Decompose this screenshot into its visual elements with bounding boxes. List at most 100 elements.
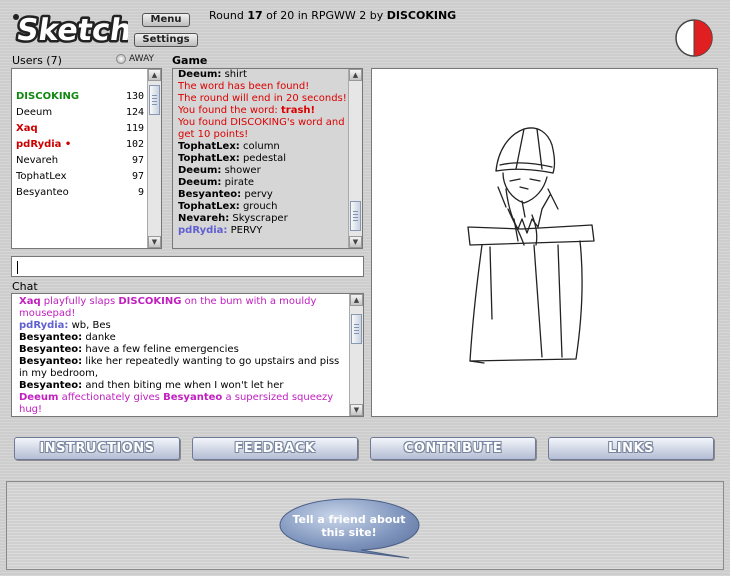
game-message: The word has been found! <box>178 81 348 93</box>
message-author: TophatLex: <box>178 153 240 164</box>
user-row[interactable]: Besyanteo 9 <box>16 185 144 201</box>
emote-author: Xaq <box>19 296 41 307</box>
scroll-thumb[interactable] <box>350 201 361 231</box>
svg-text:Sketch: Sketch <box>14 13 128 48</box>
chat-log: Xaq playfully slaps DISCOKING on the bum… <box>19 296 347 416</box>
users-panel: DISCOKING 130 Deeum 124 Xaq 119 pdRydia • 102 Ne… <box>11 68 162 249</box>
user-score: 9 <box>137 187 144 198</box>
game-log: Deeum: shirt The word has been found! The … <box>178 69 348 237</box>
text-caret <box>17 261 18 274</box>
scroll-down-arrow-icon[interactable]: ▼ <box>350 404 363 416</box>
message-author: pdRydia: <box>178 225 228 236</box>
message-text: shower <box>221 165 261 176</box>
scroll-up-arrow-icon[interactable]: ▲ <box>148 69 161 81</box>
scroll-up-arrow-icon[interactable]: ▲ <box>349 69 362 81</box>
round-timer-icon <box>675 19 713 57</box>
user-row[interactable]: Deeum 124 <box>16 105 144 121</box>
chat-message: Besyanteo: danke <box>19 332 347 344</box>
round-middle: of 20 in RPGWW 2 by <box>262 9 387 22</box>
found-word: trash! <box>280 105 316 116</box>
round-info: Round 17 of 20 in RPGWW 2 by DISCOKING <box>209 9 456 22</box>
message-text: pervy <box>241 189 273 200</box>
user-score: 119 <box>125 123 144 134</box>
user-row[interactable]: TophatLex 97 <box>16 169 144 185</box>
round-number: 17 <box>247 9 263 22</box>
emote-text: playfully slaps <box>40 296 119 307</box>
game-message: You found the word: trash! <box>178 105 348 117</box>
chat-scrollbar[interactable]: ▲ ▼ <box>349 294 363 416</box>
message-text: pirate <box>221 177 255 188</box>
system-message: You found DISCOKING's word and get 10 po… <box>178 117 345 140</box>
user-row[interactable]: Nevareh 97 <box>16 153 144 169</box>
emote-text: affectionately gives <box>58 392 164 403</box>
user-score: 97 <box>131 155 144 166</box>
user-score: 124 <box>125 107 144 118</box>
chat-input[interactable] <box>11 256 364 277</box>
chat-message: Deeum affectionately gives Besyanteo a s… <box>19 392 347 416</box>
scroll-down-arrow-icon[interactable]: ▼ <box>349 236 362 248</box>
chat-message: Xaq playfully slaps DISCOKING on the bum… <box>19 296 347 320</box>
system-message: The round will end in 20 seconds! <box>178 93 347 104</box>
scroll-thumb[interactable] <box>351 314 362 344</box>
message-author: Deeum: <box>178 69 222 80</box>
game-message: Deeum: shower <box>178 165 348 177</box>
game-message: Nevareh: Skyscraper <box>178 213 348 225</box>
menu-button[interactable]: Menu <box>142 13 190 27</box>
links-button[interactable]: LINKS <box>548 437 714 460</box>
user-name: Nevareh <box>16 155 59 166</box>
game-panel: Deeum: shirt The word has been found! The … <box>172 68 363 249</box>
users-label: Users (7) <box>12 54 62 67</box>
message-text: and then biting me when I won't let her <box>82 380 284 391</box>
settings-button[interactable]: Settings <box>134 33 198 47</box>
message-author: Nevareh: <box>178 213 230 224</box>
away-toggle[interactable]: AWAY <box>116 54 154 64</box>
away-radio[interactable] <box>116 54 126 64</box>
game-message: The round will end in 20 seconds! <box>178 93 348 105</box>
contribute-button[interactable]: CONTRIBUTE <box>370 437 536 460</box>
message-text: Skyscraper <box>229 213 288 224</box>
users-scrollbar[interactable]: ▲ ▼ <box>147 69 161 248</box>
scroll-down-arrow-icon[interactable]: ▼ <box>148 236 161 248</box>
emote-author: Deeum <box>19 392 59 403</box>
message-text: PERVY <box>227 225 263 236</box>
sketch-app: Sketch Menu Settings Round 17 of 20 in R… <box>0 0 730 576</box>
system-message: The word has been found! <box>178 81 310 92</box>
round-artist: DISCOKING <box>386 9 457 22</box>
message-text: shirt <box>221 69 247 80</box>
game-message: Deeum: pirate <box>178 177 348 189</box>
user-score: 97 <box>131 171 144 182</box>
message-text: column <box>239 141 280 152</box>
user-row[interactable]: Xaq 119 <box>16 121 144 137</box>
scroll-thumb[interactable] <box>149 85 160 115</box>
tell-friend-link[interactable]: Tell a friend about this site! <box>279 513 419 539</box>
game-scrollbar[interactable]: ▲ ▼ <box>348 69 362 248</box>
game-label: Game <box>172 54 208 67</box>
message-author: Besyanteo: <box>19 356 83 367</box>
message-text: have a few feline emergencies <box>82 344 239 355</box>
message-author: TophatLex: <box>178 201 240 212</box>
message-author: Besyanteo: <box>19 332 83 343</box>
emote-target: DISCOKING <box>118 296 182 307</box>
drawing-sketch <box>467 127 595 364</box>
message-author: Besyanteo: <box>19 344 83 355</box>
game-message: You found DISCOKING's word and get 10 po… <box>178 117 348 141</box>
chat-panel: Xaq playfully slaps DISCOKING on the bum… <box>11 293 364 417</box>
message-text: wb, Bes <box>68 320 111 331</box>
sketch-logo: Sketch <box>12 11 128 50</box>
message-author: Deeum: <box>178 165 222 176</box>
message-text: danke <box>82 332 116 343</box>
chat-message: pdRydia: wb, Bes <box>19 320 347 332</box>
chat-label: Chat <box>12 280 38 293</box>
round-prefix: Round <box>209 9 248 22</box>
user-row[interactable]: DISCOKING 130 <box>16 89 144 105</box>
user-row[interactable]: pdRydia • 102 <box>16 137 144 153</box>
message-author: TophatLex: <box>178 141 240 152</box>
away-label: AWAY <box>129 54 155 64</box>
instructions-button[interactable]: INSTRUCTIONS <box>14 437 180 460</box>
game-message: TophatLex: column <box>178 141 348 153</box>
message-author: pdRydia: <box>19 320 69 331</box>
feedback-button[interactable]: FEEDBACK <box>192 437 358 460</box>
drawing-canvas[interactable] <box>371 68 718 417</box>
scroll-up-arrow-icon[interactable]: ▲ <box>350 294 363 306</box>
user-name: Xaq <box>16 123 38 134</box>
